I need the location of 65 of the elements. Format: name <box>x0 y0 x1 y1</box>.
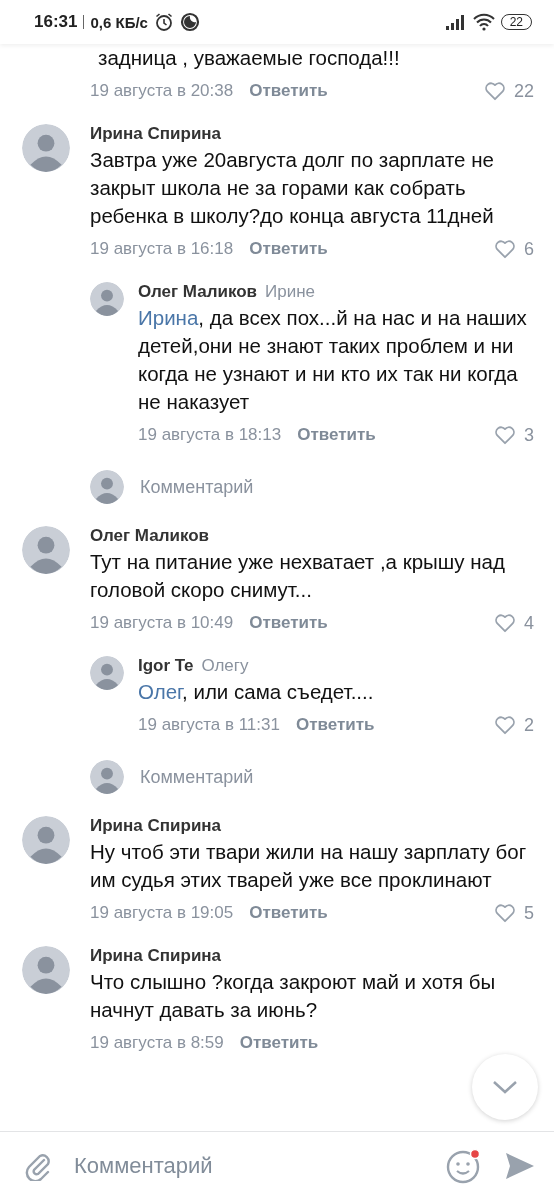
heart-icon[interactable] <box>494 613 516 633</box>
wifi-icon <box>472 13 495 31</box>
send-icon[interactable] <box>504 1151 536 1181</box>
heart-icon[interactable] <box>494 903 516 923</box>
comment-text: Тут на питание уже нехватает ,а крышу над головой скоро снимут... <box>90 549 506 603</box>
comment-text: Ну чтоб эти твари жили на нашу зарплату бог им судья этих тварей уже все проклинают <box>90 839 528 893</box>
author-name[interactable]: Олег Маликов <box>90 526 210 546</box>
avatar <box>90 470 124 504</box>
reply-link[interactable]: Ответить <box>239 1033 319 1053</box>
avatar <box>22 946 70 994</box>
comment-date: 19 августа в 19:05 <box>90 903 234 923</box>
comment-date: 19 августа в 8:59 <box>90 1033 224 1053</box>
comment-text: Что слышно ?когда закроют май и хотя бы начнут давать за июнь? <box>90 969 497 1023</box>
comment-date: 19 августа в 20:38 <box>90 81 234 101</box>
like-count: 22 <box>513 80 534 102</box>
like-count: 5 <box>524 902 534 924</box>
avatar <box>90 760 124 794</box>
author-name[interactable]: Ирина Спирина <box>90 124 222 144</box>
comment-text: Ирина, да всех пох...й на нас и на наших детей,они не знают таких проблем и ни когда не узнают и ни кто их так ни когда не наказует <box>138 305 528 415</box>
heart-icon[interactable] <box>494 425 516 445</box>
like-count: 6 <box>524 238 534 260</box>
author-name[interactable]: Ирина Спирина <box>90 946 222 966</box>
comment-date: 19 августа в 11:31 <box>138 715 280 735</box>
reply-prompt[interactable]: Комментарий <box>140 476 254 498</box>
avatar <box>90 282 124 316</box>
like-count: 2 <box>524 714 534 736</box>
network-speed: 0,6 КБ/с <box>90 13 148 31</box>
like-count: 4 <box>524 612 534 634</box>
reply-prompt[interactable]: Комментарий <box>140 766 254 788</box>
reply-link[interactable]: Ответить <box>249 613 328 633</box>
comment-text: задница , уважаемые господа!!! <box>98 45 401 71</box>
reply-link[interactable]: Ответить <box>249 81 328 101</box>
comment-input[interactable]: Комментарий <box>74 1153 424 1179</box>
comment-date: 19 августа в 16:18 <box>90 239 234 259</box>
author-name[interactable]: Олег Маликов <box>138 282 258 302</box>
author-name[interactable]: Ирина Спирина <box>90 816 222 836</box>
mention-link[interactable]: Ирина <box>138 306 199 329</box>
reply-link[interactable]: Ответить <box>249 903 328 923</box>
heart-icon[interactable] <box>494 239 516 259</box>
attach-icon[interactable] <box>24 1151 52 1181</box>
emoji-icon[interactable] <box>446 1148 482 1184</box>
signal-icon <box>444 14 467 30</box>
reply-link[interactable]: Ответить <box>249 239 328 259</box>
scroll-down-button[interactable] <box>472 1054 538 1120</box>
chevron-down-icon <box>491 1079 519 1095</box>
avatar <box>22 526 70 574</box>
comment-text: Завтра уже 20августа долг по зарплате не закрыт школа не за горами как собрать ребенка в школу?до конца августа 11дней <box>90 147 495 229</box>
moon-icon <box>179 12 200 32</box>
avatar <box>90 656 124 690</box>
reply-to-name[interactable]: Ирине <box>265 282 316 302</box>
clock: 16:31 <box>34 12 78 32</box>
alarm-icon <box>153 12 174 32</box>
author-name[interactable]: Igor Te <box>138 656 194 676</box>
reply-to-name[interactable]: Олегу <box>201 656 249 676</box>
reply-link[interactable]: Ответить <box>295 715 375 735</box>
comment-text: Олег, или сама съедет.... <box>138 679 375 705</box>
comment-date: 19 августа в 18:13 <box>138 425 282 445</box>
avatar <box>22 816 70 864</box>
comment-date: 19 августа в 10:49 <box>90 613 234 633</box>
like-count: 3 <box>524 424 534 446</box>
reply-link[interactable]: Ответить <box>297 425 376 445</box>
mention-link[interactable]: Олег <box>138 680 183 703</box>
heart-icon[interactable] <box>483 81 506 101</box>
heart-icon[interactable] <box>494 715 516 735</box>
avatar <box>22 124 70 172</box>
